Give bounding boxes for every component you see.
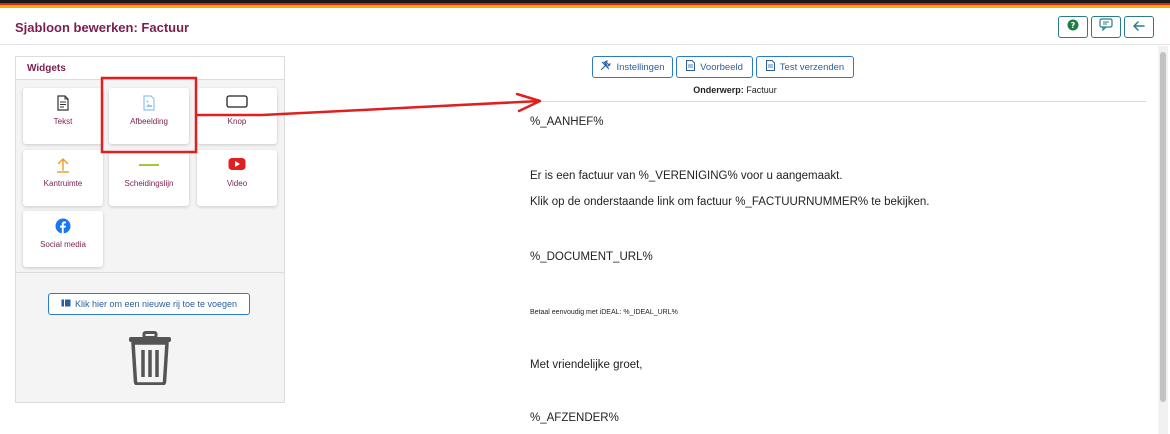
widget-tekst[interactable]: Tekst: [23, 88, 103, 144]
add-row-label: Klik hier om een nieuwe rij toe te voege…: [74, 299, 238, 309]
preview-button[interactable]: Voorbeeld: [676, 56, 753, 78]
scrollbar[interactable]: [1158, 46, 1168, 434]
image-file-icon: [109, 95, 189, 111]
widget-video[interactable]: Video: [197, 150, 277, 206]
widgets-panel: Widgets Tekst Afbeelding Knop Kantruimte…: [15, 56, 285, 403]
email-closing[interactable]: Met vriendelijke groet,: [530, 359, 643, 371]
document-icon: [765, 60, 775, 74]
back-button[interactable]: [1124, 16, 1154, 38]
widget-label: Social media: [40, 240, 86, 249]
add-row-button[interactable]: Klik hier om een nieuwe rij toe te voege…: [48, 293, 250, 315]
question-circle-icon: ?: [1067, 18, 1079, 36]
settings-label: Instellingen: [616, 61, 665, 73]
widget-label: Kantruimte: [43, 179, 83, 188]
widget-label: Tekst: [53, 117, 73, 126]
email-sender[interactable]: %_AFZENDER%: [530, 412, 619, 424]
test-send-button[interactable]: Test verzenden: [756, 56, 854, 78]
help-button[interactable]: ?: [1058, 16, 1088, 38]
scrollbar-thumb[interactable]: [1160, 52, 1166, 402]
tools-icon: [600, 60, 612, 74]
subject-label: Onderwerp:: [693, 85, 744, 95]
feedback-icon: [1099, 18, 1113, 36]
youtube-icon: [197, 157, 277, 173]
widget-social-media[interactable]: Social media: [23, 211, 103, 267]
subject-value: Factuur: [746, 85, 777, 95]
document-icon: [23, 95, 103, 111]
arrow-left-icon: [1133, 18, 1145, 36]
widget-label: Afbeelding: [130, 117, 168, 126]
widget-knop[interactable]: Knop: [197, 88, 277, 144]
preview-label: Voorbeeld: [700, 61, 743, 73]
settings-button[interactable]: Instellingen: [592, 56, 673, 78]
facebook-icon: [23, 218, 103, 234]
widgets-title: Widgets: [16, 57, 284, 80]
page-title: Sjabloon bewerken: Factuur: [15, 20, 190, 35]
widget-label: Video: [226, 179, 248, 188]
email-line-2[interactable]: Klik op de onderstaande link om factuur …: [530, 196, 929, 208]
divider: [16, 272, 284, 273]
row-icon: [61, 299, 71, 309]
title-bar: Sjabloon bewerken: Factuur ?: [0, 8, 1170, 45]
flag-stripe: [0, 0, 1170, 8]
horizontal-line-icon: [109, 157, 189, 173]
svg-text:?: ?: [1071, 21, 1076, 30]
subject-line: Onderwerp: Factuur: [660, 85, 810, 95]
content-divider: [516, 101, 1146, 102]
trash-icon[interactable]: [127, 331, 173, 390]
email-greeting[interactable]: %_AANHEF%: [530, 116, 604, 128]
widget-scheidingslijn[interactable]: Scheidingslijn: [109, 150, 189, 206]
email-ideal-line[interactable]: Betaal eenvoudig met iDEAL: %_IDEAL_URL%: [530, 309, 678, 316]
widget-label: Knop: [227, 117, 247, 126]
test-send-label: Test verzenden: [779, 61, 845, 73]
button-outline-icon: [197, 95, 277, 111]
feedback-button[interactable]: [1091, 16, 1121, 38]
widget-label: Scheidingslijn: [124, 179, 174, 188]
upload-arrow-icon: [23, 157, 103, 173]
email-document-url[interactable]: %_DOCUMENT_URL%: [530, 251, 653, 263]
document-icon: [686, 60, 696, 74]
email-line-1[interactable]: Er is een factuur van %_VERENIGING% voor…: [530, 170, 843, 182]
widget-kantruimte[interactable]: Kantruimte: [23, 150, 103, 206]
widget-afbeelding[interactable]: Afbeelding: [109, 88, 189, 144]
